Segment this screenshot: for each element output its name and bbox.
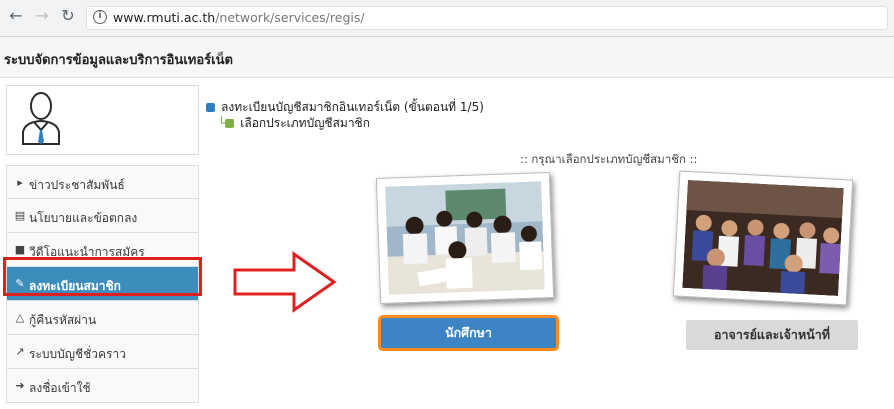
video-icon: ■ <box>14 243 26 256</box>
sidebar-item-temp-account[interactable]: ↗ ระบบบัญชีชั่วคราว <box>6 335 199 369</box>
sidebar-item-policy[interactable]: ▤ นโยบายและข้อตกลง <box>6 199 199 233</box>
sidebar-item-news[interactable]: ▸ ข่าวประชาสัมพันธ์ <box>6 165 199 199</box>
sidebar: ▸ ข่าวประชาสัมพันธ์ ▤ นโยบายและข้อตกลง ■… <box>0 85 200 409</box>
sidebar-item-label: ข่าวประชาสัมพันธ์ <box>29 178 125 192</box>
back-arrow-icon[interactable]: ← <box>6 6 26 26</box>
students-photo <box>385 181 545 295</box>
sidebar-item-sign-in[interactable]: ➜ ลงชื่อเข้าใช้ <box>6 369 199 403</box>
sign-in-icon: ➜ <box>15 379 25 392</box>
arrow-right-icon <box>206 103 215 112</box>
forward-arrow-icon[interactable]: → <box>32 6 52 26</box>
avatar <box>6 85 199 155</box>
student-photo-card[interactable] <box>375 172 555 304</box>
student-button[interactable]: นักศึกษา <box>381 318 556 348</box>
reload-icon[interactable]: ↻ <box>58 6 78 26</box>
user-avatar-icon <box>22 92 60 145</box>
page-title: ระบบจัดการข้อมูลและบริการอินเทอร์เน็ต <box>4 53 233 68</box>
staff-photo <box>682 179 844 297</box>
page-header: ระบบจัดการข้อมูลและบริการอินเทอร์เน็ต <box>0 37 894 78</box>
staff-photo-card[interactable] <box>672 170 854 306</box>
pointer-arrow-icon <box>233 251 337 313</box>
sidebar-item-label: ลงชื่อเข้าใช้ <box>29 381 91 395</box>
address-bar[interactable]: i www.rmuti.ac.th/network/services/regis… <box>86 6 888 30</box>
choose-account-type-label: :: กรุณาเลือกประเภทบัญชีสมาชิก :: <box>520 152 698 166</box>
megaphone-icon: ▸ <box>17 176 23 189</box>
sidebar-item-label: กู้คืนรหัสผ่าน <box>29 313 97 327</box>
bell-icon: △ <box>15 311 25 324</box>
breadcrumb-sub: └ เลือกประเภทบัญชีสมาชิก <box>218 116 370 130</box>
sidebar-item-recover-password[interactable]: △ กู้คืนรหัสผ่าน <box>6 301 199 335</box>
plus-icon <box>225 119 235 128</box>
info-icon[interactable]: i <box>93 10 107 24</box>
browser-toolbar: ← → ↻ i www.rmuti.ac.th/network/services… <box>0 0 894 37</box>
url-text: www.rmuti.ac.th/network/services/regis/ <box>113 10 365 25</box>
external-link-icon: ↗ <box>15 345 25 358</box>
document-icon: ▤ <box>14 209 26 222</box>
staff-button[interactable]: อาจารย์และเจ้าหน้าที่ <box>686 320 858 350</box>
active-item-highlight <box>3 257 202 296</box>
sidebar-item-label: ระบบบัญชีชั่วคราว <box>29 347 126 361</box>
sidebar-item-label: นโยบายและข้อตกลง <box>29 211 138 225</box>
